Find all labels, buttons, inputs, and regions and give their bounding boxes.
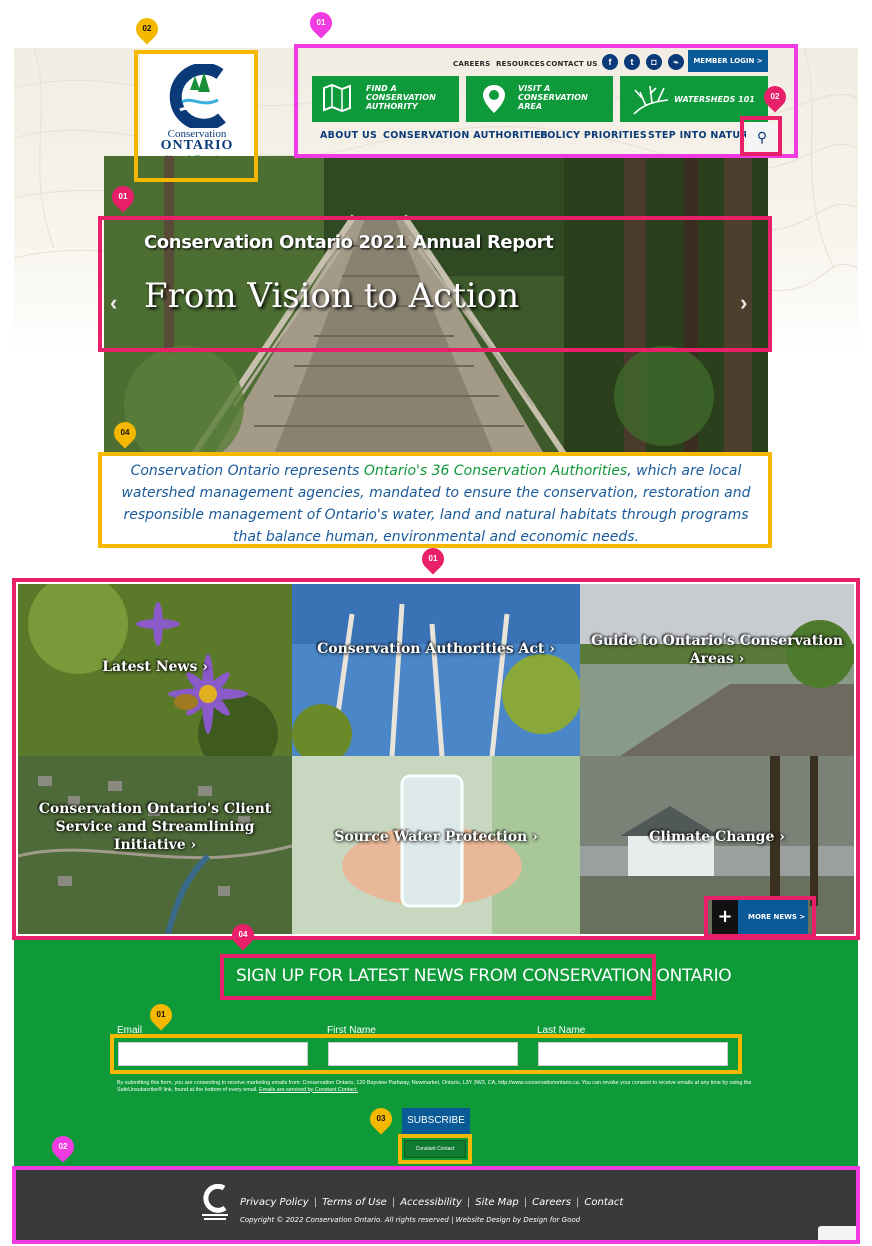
annotation-box-intro: [98, 452, 772, 548]
annotation-marker: 01: [107, 181, 139, 213]
annotation-marker: 02: [759, 81, 791, 113]
annotation-marker: 04: [227, 919, 259, 951]
annotation-box-signup-title: [220, 954, 656, 1000]
consent-body: By submitting this form, you are consent…: [117, 1080, 752, 1093]
annotation-marker: 02: [47, 1131, 79, 1163]
annotation-box-tiles: [12, 578, 860, 940]
constant-contact-link[interactable]: Emails are serviced by Constant Contact.: [259, 1087, 358, 1093]
annotation-marker: 01: [305, 7, 337, 39]
consent-text: By submitting this form, you are consent…: [117, 1080, 757, 1093]
annotation-marker: 03: [365, 1103, 397, 1135]
annotation-box-logo: [134, 50, 258, 182]
annotation-marker: 01: [145, 999, 177, 1031]
annotation-box-form-fields: [110, 1034, 742, 1074]
annotation-box-more-news: [704, 896, 816, 938]
annotation-marker: 04: [109, 417, 141, 449]
annotation-box-search: [740, 116, 782, 156]
annotation-marker: 01: [417, 543, 449, 575]
subscribe-button[interactable]: SUBSCRIBE: [402, 1108, 470, 1134]
annotation-box-footer: [12, 1166, 860, 1244]
annotation-box-cc-badge: [398, 1134, 472, 1164]
annotation-marker: 02: [131, 13, 163, 45]
annotation-box-hero: [98, 216, 772, 352]
annotation-box-header-nav: [294, 44, 798, 158]
